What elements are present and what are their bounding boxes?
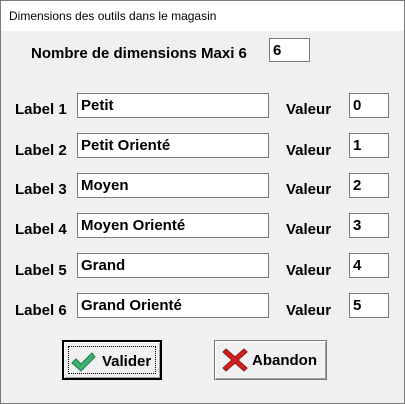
validate-button[interactable]: Valider [62, 340, 162, 380]
abandon-button-label: Abandon [252, 352, 317, 369]
row-6-value-label: Valeur [286, 302, 332, 319]
row-2-value-label: Valeur [286, 142, 332, 159]
row-5-label: Label 5 [15, 262, 67, 279]
validate-button-label: Valider [102, 353, 152, 370]
red-x-icon [222, 348, 248, 372]
row-6-label: Label 6 [15, 302, 67, 319]
row-3-label: Label 3 [15, 181, 67, 198]
row-4-value-input[interactable] [349, 213, 389, 238]
title-bar[interactable]: Dimensions des outils dans le magasin [1, 1, 404, 31]
row-1-label: Label 1 [15, 101, 67, 118]
row-4-value-label: Valeur [286, 221, 332, 238]
row-5-value-input[interactable] [349, 253, 389, 278]
row-4-label: Label 4 [15, 221, 67, 238]
row-2-label: Label 2 [15, 142, 67, 159]
row-5-name-input[interactable] [77, 253, 269, 278]
row-6-value-input[interactable] [349, 293, 389, 318]
row-1-value-input[interactable] [349, 93, 389, 118]
row-5-value-label: Valeur [286, 262, 332, 279]
window-title: Dimensions des outils dans le magasin [9, 9, 217, 23]
max-dimensions-label: Nombre de dimensions Maxi 6 [31, 45, 247, 62]
row-1-value-label: Valeur [286, 101, 332, 118]
dialog-window: Dimensions des outils dans le magasin No… [0, 0, 405, 404]
row-2-value-input[interactable] [349, 133, 389, 158]
row-3-value-label: Valeur [286, 181, 332, 198]
abandon-button[interactable]: Abandon [214, 340, 327, 380]
row-1-name-input[interactable] [77, 93, 269, 118]
row-3-name-input[interactable] [77, 173, 269, 198]
row-4-name-input[interactable] [77, 213, 269, 238]
checkmark-icon [71, 352, 96, 372]
row-6-name-input[interactable] [77, 293, 269, 318]
max-dimensions-input[interactable] [269, 38, 310, 62]
row-3-value-input[interactable] [349, 173, 389, 198]
row-2-name-input[interactable] [77, 133, 269, 158]
